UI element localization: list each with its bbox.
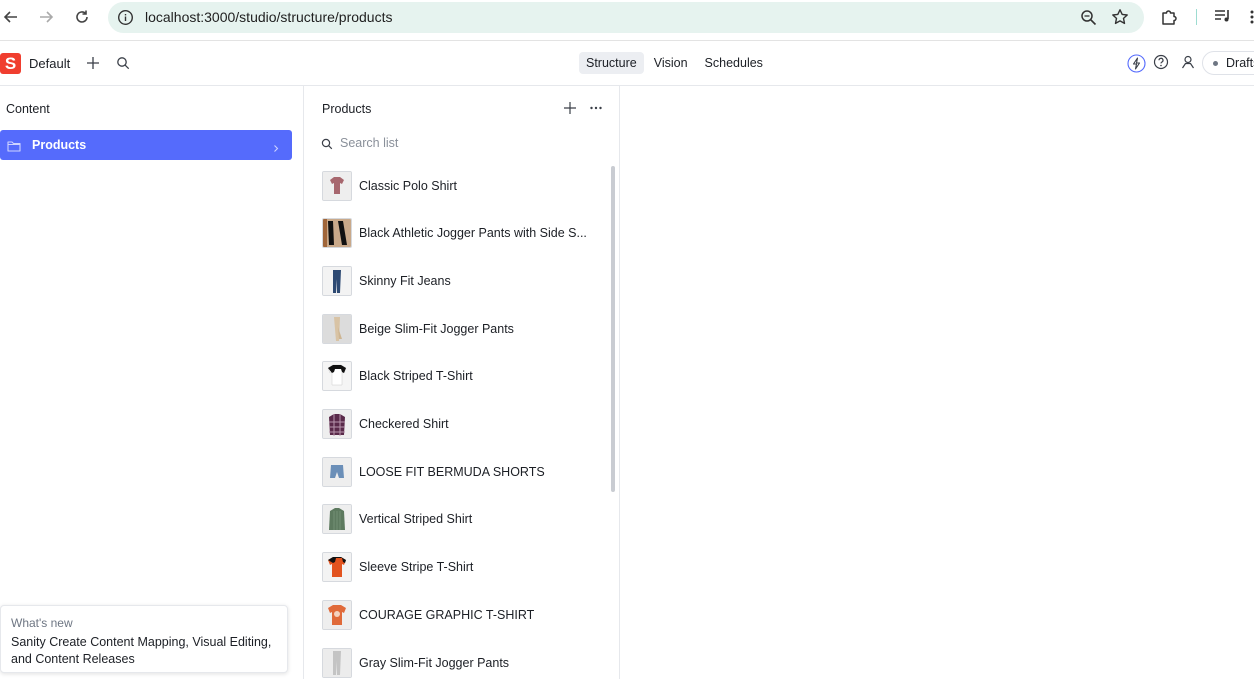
product-title: Gray Slim-Fit Jogger Pants: [359, 656, 510, 670]
list-scrollbar[interactable]: [611, 166, 615, 492]
url-text[interactable]: localhost:3000/studio/structure/products: [145, 9, 392, 25]
list-item[interactable]: Black Striped T-Shirt: [322, 361, 602, 391]
search-list-icon: [321, 137, 333, 155]
folder-icon: [7, 139, 21, 157]
more-options-icon[interactable]: [589, 101, 603, 120]
list-item[interactable]: Classic Polo Shirt: [322, 171, 602, 201]
whats-new-card[interactable]: What's new Sanity Create Content Mapping…: [0, 605, 288, 673]
workspace-name[interactable]: Default: [29, 56, 70, 71]
whats-new-body: Sanity Create Content Mapping, Visual Ed…: [11, 635, 272, 666]
product-title: Classic Polo Shirt: [359, 179, 457, 193]
product-title: Checkered Shirt: [359, 417, 449, 431]
product-thumbnail: [322, 504, 352, 534]
content-pane: Content Products What's new Sanity Creat…: [0, 86, 304, 679]
list-item[interactable]: Vertical Striped Shirt: [322, 504, 602, 534]
product-thumbnail: [322, 409, 352, 439]
status-dot: [1213, 60, 1218, 66]
media-control-icon[interactable]: [1214, 8, 1232, 29]
list-item[interactable]: Beige Slim-Fit Jogger Pants: [322, 314, 602, 344]
tab-vision[interactable]: Vision: [647, 52, 695, 74]
product-title: Skinny Fit Jeans: [359, 274, 451, 288]
product-title: Vertical Striped Shirt: [359, 512, 473, 526]
help-icon[interactable]: [1153, 54, 1169, 75]
document-pane-empty: [620, 86, 1254, 679]
product-thumbnail: [322, 648, 352, 678]
product-thumbnail: [322, 266, 352, 296]
create-new-icon[interactable]: [85, 55, 101, 76]
studio-logo[interactable]: S: [0, 53, 21, 74]
reload-icon[interactable]: [71, 6, 93, 28]
list-item[interactable]: Gray Slim-Fit Jogger Pants: [322, 648, 602, 678]
product-title: Black Striped T-Shirt: [359, 369, 473, 383]
product-thumbnail: [322, 218, 352, 248]
product-title: Sleeve Stripe T-Shirt: [359, 560, 474, 574]
sidebar-item-products[interactable]: Products: [0, 130, 292, 160]
product-title: COURAGE GRAPHIC T-SHIRT: [359, 608, 535, 622]
product-thumbnail: [322, 552, 352, 582]
search-icon[interactable]: [116, 56, 130, 75]
product-thumbnail: [322, 457, 352, 487]
product-title: Black Athletic Jogger Pants with Side S.…: [359, 226, 587, 240]
toolbar-divider: [1196, 9, 1197, 25]
browser-toolbar: localhost:3000/studio/structure/products: [0, 0, 1254, 41]
drafts-perspective-button[interactable]: Drafts: [1202, 51, 1254, 75]
extensions-icon[interactable]: [1160, 7, 1179, 31]
tab-schedules[interactable]: Schedules: [698, 52, 770, 74]
product-thumbnail: [322, 600, 352, 630]
sidebar-item-label: Products: [32, 138, 87, 152]
products-pane-title: Products: [322, 102, 372, 116]
product-thumbnail: [322, 314, 352, 344]
list-item[interactable]: Sleeve Stripe T-Shirt: [322, 552, 602, 582]
content-pane-title: Content: [6, 102, 50, 116]
site-info-icon[interactable]: [117, 9, 134, 31]
list-item[interactable]: LOOSE FIT BERMUDA SHORTS: [322, 457, 602, 487]
zoom-icon[interactable]: [1080, 9, 1097, 31]
list-item[interactable]: COURAGE GRAPHIC T-SHIRT: [322, 600, 602, 630]
list-item[interactable]: Skinny Fit Jeans: [322, 266, 602, 296]
chevron-right-icon: [273, 140, 279, 158]
add-document-icon[interactable]: [563, 101, 577, 120]
product-title: LOOSE FIT BERMUDA SHORTS: [359, 465, 545, 479]
bolt-icon[interactable]: [1127, 54, 1146, 78]
user-icon[interactable]: [1180, 54, 1196, 75]
search-list-input[interactable]: [340, 133, 600, 153]
products-pane: Products Classic Polo Shirt Black Athlet…: [304, 86, 620, 679]
product-thumbnail: [322, 361, 352, 391]
drafts-label: Drafts: [1226, 56, 1254, 70]
list-item[interactable]: Checkered Shirt: [322, 409, 602, 439]
product-title: Beige Slim-Fit Jogger Pants: [359, 322, 514, 336]
list-item[interactable]: Black Athletic Jogger Pants with Side S.…: [322, 218, 602, 248]
back-arrow-icon[interactable]: [0, 6, 22, 28]
studio-navbar: S Default Structure Vision Schedules Dra…: [0, 41, 1254, 86]
tab-structure[interactable]: Structure: [579, 52, 644, 74]
bookmark-star-icon[interactable]: [1111, 8, 1129, 31]
browser-menu-icon[interactable]: [1249, 10, 1254, 24]
address-bar[interactable]: localhost:3000/studio/structure/products: [108, 2, 1144, 33]
forward-arrow-icon[interactable]: [35, 6, 57, 28]
product-thumbnail: [322, 171, 352, 201]
whats-new-title: What's new: [11, 616, 73, 630]
tool-tabs: Structure Vision Schedules: [579, 52, 773, 74]
